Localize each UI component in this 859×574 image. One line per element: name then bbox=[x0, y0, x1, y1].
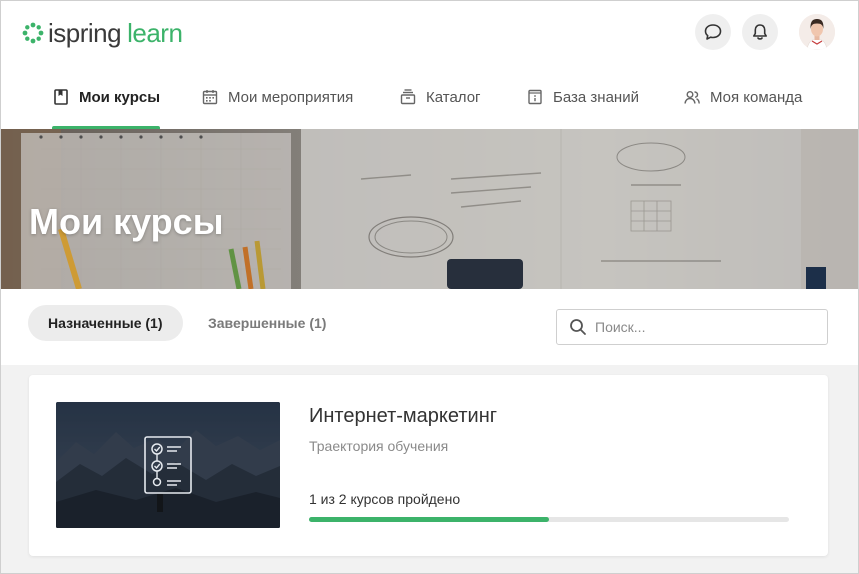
bell-icon bbox=[753, 24, 767, 40]
catalog-box-icon bbox=[400, 89, 416, 105]
nav-tab-my-team[interactable]: Моя команда bbox=[683, 65, 802, 129]
learning-path-icon bbox=[144, 436, 192, 494]
nav-tab-my-events[interactable]: Мои мероприятия bbox=[201, 65, 353, 129]
nav-tab-label: База знаний bbox=[553, 88, 639, 106]
course-title[interactable]: Интернет-маркетинг bbox=[309, 405, 497, 428]
nav-tab-label: Мои курсы bbox=[79, 88, 161, 106]
logo-text-learn: learn bbox=[127, 17, 183, 48]
progress-status-text: 1 из 2 курсов пройдено bbox=[309, 491, 461, 507]
progress-bar-fill bbox=[309, 517, 549, 522]
book-icon bbox=[54, 89, 68, 105]
filter-tab-assigned[interactable]: Назначенные (1) bbox=[28, 305, 183, 341]
ispring-flower-icon bbox=[22, 22, 44, 44]
ispring-logo[interactable]: ispring learn bbox=[22, 17, 183, 49]
hero-banner: Мои курсы bbox=[1, 129, 858, 289]
logo-text-ispring: ispring bbox=[48, 17, 122, 48]
nav-tab-label: Мои мероприятия bbox=[228, 88, 354, 106]
filter-tab-completed[interactable]: Завершенные (1) bbox=[188, 305, 346, 341]
nav-tab-my-courses[interactable]: Мои курсы bbox=[52, 65, 161, 129]
calendar-icon bbox=[202, 90, 218, 105]
avatar-image bbox=[799, 14, 835, 50]
notifications-button[interactable] bbox=[742, 14, 778, 50]
user-avatar[interactable] bbox=[799, 14, 835, 50]
chat-bubble-icon bbox=[704, 24, 722, 40]
team-icon bbox=[684, 91, 700, 104]
course-type: Траектория обучения bbox=[309, 438, 449, 454]
search-field[interactable] bbox=[556, 309, 828, 345]
chat-button[interactable] bbox=[695, 14, 731, 50]
nav-tab-label: Моя команда bbox=[710, 88, 803, 106]
nav-tab-knowledge-base[interactable]: База знаний bbox=[526, 65, 639, 129]
nav-tab-label: Каталог bbox=[426, 88, 481, 106]
course-thumbnail[interactable] bbox=[56, 402, 280, 528]
course-card[interactable]: Интернет-маркетинг Траектория обучения 1… bbox=[29, 375, 828, 556]
info-book-icon bbox=[528, 89, 542, 105]
search-input[interactable] bbox=[595, 319, 805, 335]
search-icon bbox=[570, 319, 586, 335]
filter-bar: Назначенные (1) Завершенные (1) bbox=[1, 289, 858, 365]
nav-tab-catalog[interactable]: Каталог bbox=[399, 65, 481, 129]
progress-bar bbox=[309, 517, 789, 522]
top-header: ispring learn bbox=[1, 1, 858, 65]
page-title: Мои курсы bbox=[29, 201, 224, 242]
courses-list: Интернет-маркетинг Траектория обучения 1… bbox=[1, 365, 858, 573]
main-navigation: Мои курсы Мои мероприятия Каталог База з… bbox=[1, 65, 858, 129]
